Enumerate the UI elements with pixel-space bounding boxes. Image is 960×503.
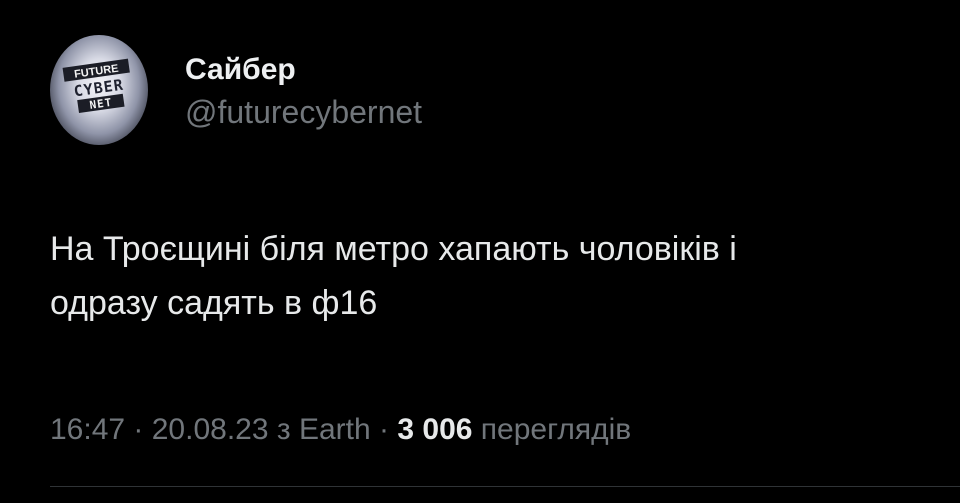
tweet-text-line-1: На Троєщині біля метро хапають чоловіків…: [50, 230, 737, 268]
tweet-time[interactable]: 16:47: [50, 413, 125, 446]
tweet[interactable]: FUTURE CYBER NET Сайбер @futurecybernet …: [0, 0, 960, 503]
avatar-logo: FUTURE CYBER NET: [62, 58, 130, 114]
divider: [50, 486, 960, 487]
tweet-meta: 16:47 · 20.08.23 з Earth · 3 006 перегля…: [50, 410, 631, 450]
meta-via-prefix: з: [268, 413, 299, 446]
meta-separator: ·: [125, 413, 152, 446]
author-display-name[interactable]: Сайбер: [185, 52, 422, 88]
avatar-logo-line3: NET: [89, 96, 113, 112]
views-label: переглядів: [472, 413, 632, 446]
tweet-text-line-2: одразу садять в ф16: [50, 284, 378, 322]
tweet-source[interactable]: Earth: [299, 413, 371, 446]
avatar[interactable]: FUTURE CYBER NET: [50, 35, 148, 145]
author-handle[interactable]: @futurecybernet: [185, 94, 422, 130]
views-count[interactable]: 3 006: [397, 413, 472, 446]
tweet-text: На Троєщині біля метро хапають чоловіків…: [50, 222, 960, 330]
meta-separator: ·: [370, 413, 398, 446]
tweet-date[interactable]: 20.08.23: [152, 413, 269, 446]
author-block: Сайбер @futurecybernet: [185, 52, 422, 130]
